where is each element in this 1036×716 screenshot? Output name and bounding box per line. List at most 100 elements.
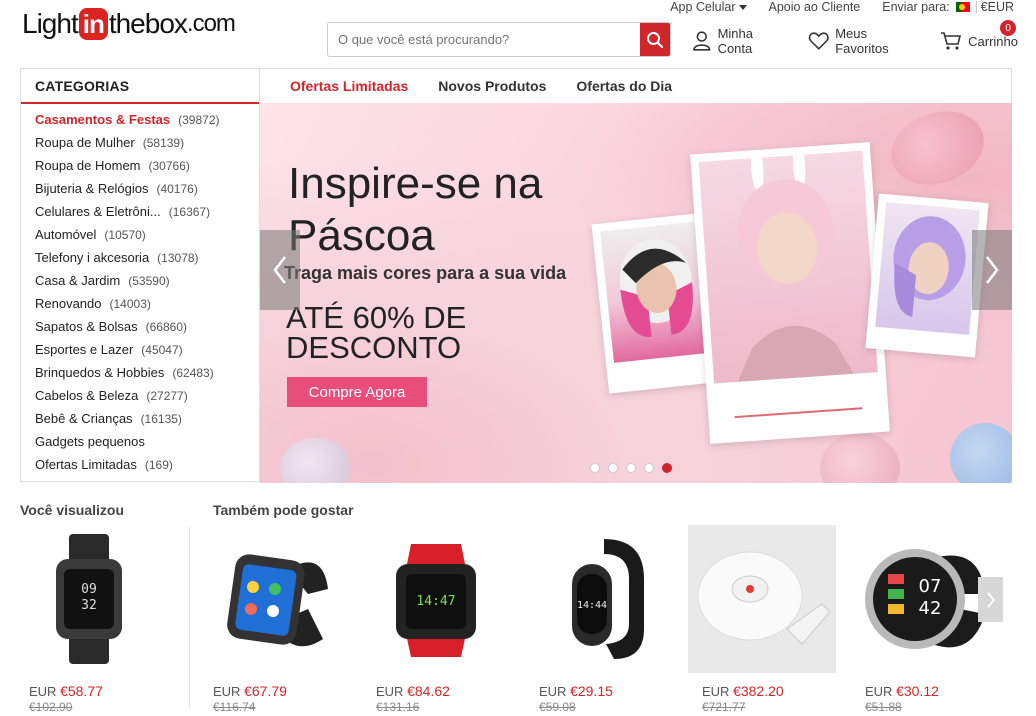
recommended-product[interactable]: 07 42 EUR €30.12 €51.88	[851, 525, 999, 714]
carousel-dot[interactable]	[608, 463, 618, 473]
product-image[interactable]: 14:47	[362, 525, 510, 673]
search-icon	[647, 31, 664, 48]
category-label: Sapatos & Bolsas	[35, 319, 138, 334]
favorites-label: Meus Favoritos	[835, 26, 889, 56]
carousel-dot[interactable]	[590, 463, 600, 473]
banner-next-button[interactable]	[972, 230, 1012, 310]
shop-now-button[interactable]: Compre Agora	[287, 377, 427, 407]
category-label: Esportes e Lazer	[35, 342, 134, 357]
category-item[interactable]: Ofertas Limitadas (169)	[21, 453, 259, 476]
category-count: (53590)	[128, 273, 170, 288]
category-item[interactable]: Bebê & Crianças (16135)	[21, 407, 259, 430]
category-item[interactable]: Renovando (14003)	[21, 292, 259, 315]
product-image[interactable]: 07 42	[851, 525, 999, 673]
cart-icon	[941, 32, 962, 50]
price-currency: EUR	[29, 684, 57, 699]
old-price: €51.88	[865, 700, 902, 714]
category-label: Brinquedos & Hobbies	[35, 365, 165, 380]
egg-decoration	[820, 433, 900, 483]
divider	[975, 1, 977, 13]
recommended-product[interactable]: EUR €67.79 €116.74	[199, 525, 347, 714]
recommended-title: Também pode gostar	[213, 502, 354, 518]
recommended-product[interactable]: EUR €382.20 €721.77	[688, 525, 836, 714]
svg-text:14:47: 14:47	[416, 594, 455, 609]
price-value: €84.62	[407, 683, 450, 699]
ship-to-selector[interactable]: Enviar para: €EUR	[882, 0, 1014, 14]
category-count: (14003)	[109, 296, 151, 311]
category-label: Gadgets pequenos	[35, 434, 145, 449]
category-item[interactable]: Automóvel (10570)	[21, 223, 259, 246]
app-menu[interactable]: App Celular	[670, 0, 747, 14]
svg-text:07: 07	[919, 576, 942, 597]
category-item[interactable]: Cabelos & Beleza (27277)	[21, 384, 259, 407]
hero-banner[interactable]: Inspire-se na Páscoa Traga mais cores pa…	[260, 103, 1012, 483]
category-count: (10570)	[104, 227, 146, 242]
carousel-dot[interactable]	[644, 463, 654, 473]
category-item[interactable]: Sapatos & Bolsas (66860)	[21, 315, 259, 338]
price-value: €58.77	[60, 683, 103, 699]
app-menu-label: App Celular	[670, 0, 736, 14]
carousel-dots	[590, 463, 672, 473]
top-utility-bar: App Celular Apoio ao Cliente Enviar para…	[648, 0, 1014, 14]
viewed-product[interactable]: 09 32 EUR €58.77 €102.90	[15, 525, 163, 714]
egg-decoration	[280, 438, 350, 483]
old-price: €131.16	[376, 700, 420, 714]
account-link[interactable]: Minha Conta	[692, 26, 790, 56]
recommended-product[interactable]: 14:44 EUR €29.15 €59.08	[525, 525, 673, 714]
product-image[interactable]	[199, 525, 347, 673]
category-item[interactable]: Casamentos & Festas (39872)	[21, 108, 259, 131]
products-next-button[interactable]	[978, 577, 1003, 622]
caret-down-icon	[738, 4, 747, 10]
category-item[interactable]: Esportes e Lazer (45047)	[21, 338, 259, 361]
category-item[interactable]: Bijuteria & Relógios (40176)	[21, 177, 259, 200]
old-price: €59.08	[539, 700, 576, 714]
category-item[interactable]: Roupa de Mulher (58139)	[21, 131, 259, 154]
carousel-dot[interactable]	[662, 463, 672, 473]
banner-subtitle: Traga mais cores para a sua vida	[284, 263, 567, 283]
price-value: €30.12	[896, 683, 939, 699]
svg-text:32: 32	[81, 598, 97, 613]
cart-link[interactable]: Carrinho 0	[940, 20, 1018, 51]
carousel-dot[interactable]	[626, 463, 636, 473]
product-image[interactable]: 14:44	[525, 525, 673, 673]
category-label: Roupa de Mulher	[35, 135, 135, 150]
product-price: EUR €382.20	[688, 683, 836, 699]
category-label: Renovando	[35, 296, 102, 311]
old-price: €116.74	[213, 700, 256, 714]
category-label: Automóvel	[35, 227, 97, 242]
product-image[interactable]: 09 32	[15, 525, 163, 673]
banner-prev-button[interactable]	[260, 230, 300, 310]
category-count: (40176)	[156, 181, 198, 196]
cart-label: Carrinho	[968, 33, 1018, 49]
banner-discount: ATÉ 60% DE DESCONTO	[286, 300, 467, 365]
category-count: (13078)	[157, 250, 199, 265]
category-item[interactable]: Brinquedos & Hobbies (62483)	[21, 361, 259, 384]
search-input[interactable]	[328, 23, 640, 56]
category-item[interactable]: Gadgets pequenos	[21, 430, 259, 453]
category-item[interactable]: Roupa de Homem (30766)	[21, 154, 259, 177]
product-image[interactable]	[688, 525, 836, 673]
category-item[interactable]: Casa & Jardim (53590)	[21, 269, 259, 292]
tab-novos-produtos[interactable]: Novos Produtos	[438, 78, 546, 94]
support-link[interactable]: Apoio ao Cliente	[769, 0, 861, 14]
product-price: EUR €67.79	[199, 683, 347, 699]
chevron-left-icon	[273, 256, 286, 284]
category-label: Casa & Jardim	[35, 273, 121, 288]
model-portrait-image	[893, 216, 966, 317]
category-item[interactable]: Celulares & Eletrôni... (16367)	[21, 200, 259, 223]
category-count: (30766)	[148, 158, 190, 173]
tab-ofertas-limitadas[interactable]: Ofertas Limitadas	[290, 78, 408, 94]
categories-title: CATEGORIAS	[21, 69, 259, 104]
smartwatch-image: 09 32	[56, 534, 122, 664]
recommended-product[interactable]: 14:47 EUR €84.62 €131.16	[362, 525, 510, 714]
search-button[interactable]	[640, 23, 670, 56]
tab-ofertas-do-dia[interactable]: Ofertas do Dia	[576, 78, 672, 94]
categories-panel: CATEGORIAS Casamentos & Festas (39872) Rou…	[20, 68, 260, 482]
chevron-right-icon	[986, 591, 995, 608]
favorites-link[interactable]: Meus Favoritos	[808, 26, 922, 56]
account-label: Minha Conta	[717, 26, 753, 56]
category-item[interactable]: Telefony i akcesoria (13078)	[21, 246, 259, 269]
logo-part-light: Light	[22, 8, 79, 39]
category-list: Casamentos & Festas (39872) Roupa de Mulhe…	[21, 104, 259, 476]
site-logo[interactable]: Light in thebox .com	[22, 8, 236, 40]
